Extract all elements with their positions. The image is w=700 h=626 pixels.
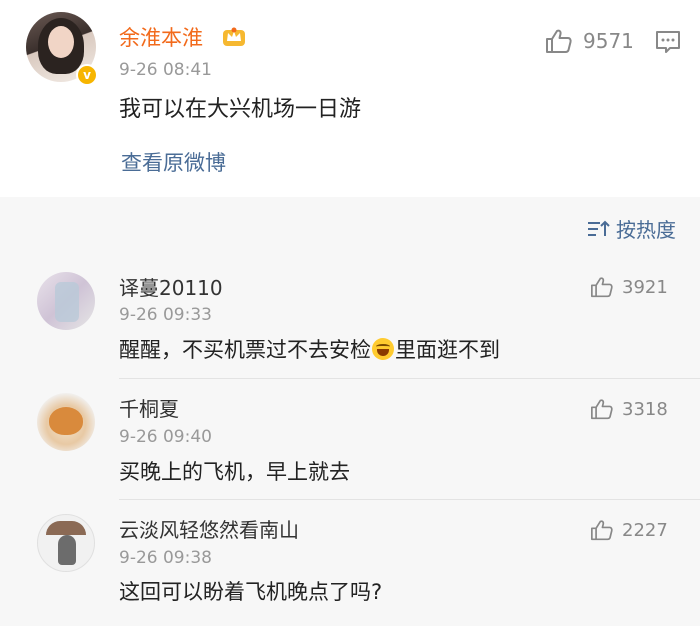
comment-like-button[interactable]: 2227 — [590, 519, 668, 541]
post-author-name[interactable]: 余淮本淮 — [119, 24, 203, 52]
divider — [119, 378, 700, 379]
comment-icon[interactable] — [655, 29, 681, 55]
view-original-link[interactable]: 查看原微博 — [121, 149, 226, 177]
sort-by-hot-button[interactable]: 按热度 — [586, 214, 676, 243]
commenter-avatar[interactable] — [37, 393, 95, 451]
thumbs-up-icon — [591, 399, 613, 420]
divider — [119, 499, 700, 500]
post-content: 我可以在大兴机场一日游 — [119, 97, 362, 122]
thumbs-up-icon — [591, 277, 613, 298]
post-time: 9-26 08:41 — [119, 60, 212, 80]
crown-icon — [223, 27, 245, 46]
commenter-avatar[interactable] — [37, 514, 95, 572]
verified-badge-icon: v — [76, 64, 98, 86]
commenter-avatar[interactable] — [37, 272, 95, 330]
comment-like-count: 3921 — [622, 276, 668, 298]
thumbs-up-icon — [591, 520, 613, 541]
comment-time: 9-26 09:33 — [119, 305, 212, 325]
commenter-name[interactable]: 千桐夏 — [119, 396, 179, 422]
post-like-button[interactable]: 9571 — [545, 28, 634, 54]
comment-like-button[interactable]: 3921 — [590, 276, 668, 298]
commenter-name[interactable]: 云淡风轻悠然看南山 — [119, 517, 299, 543]
sort-label: 按热度 — [616, 218, 676, 242]
comment-like-count: 2227 — [622, 519, 668, 541]
comment-like-count: 3318 — [622, 398, 668, 420]
comment-text: 醒醒，不买机票过不去安检 里面逛不到 — [119, 338, 500, 362]
comment-text: 这回可以盼着飞机晚点了吗? — [119, 580, 383, 604]
post-like-count: 9571 — [583, 29, 634, 53]
commenter-name[interactable]: 译蔓20110 — [119, 275, 223, 301]
sort-icon — [588, 220, 610, 236]
comment-time: 9-26 09:40 — [119, 427, 212, 447]
comment-like-button[interactable]: 3318 — [590, 398, 668, 420]
comment-text: 买晚上的飞机，早上就去 — [119, 460, 350, 484]
thumbs-up-icon — [546, 29, 572, 53]
comment-time: 9-26 09:38 — [119, 548, 212, 568]
laughing-emoji-icon — [372, 338, 394, 360]
original-post: v 余淮本淮 9-26 08:41 我可以在大兴机场一日游 查看原微博 9571 — [0, 0, 700, 197]
